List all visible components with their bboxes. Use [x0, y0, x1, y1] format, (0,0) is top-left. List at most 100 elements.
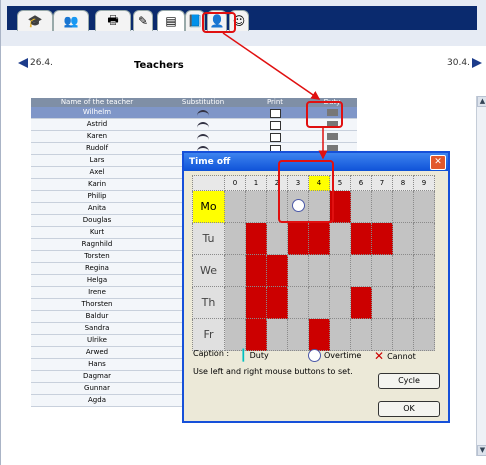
next-date-button[interactable]: 30.4.: [447, 58, 482, 68]
time-slot[interactable]: [329, 190, 351, 223]
day-label[interactable]: We: [192, 254, 225, 287]
time-slot[interactable]: [287, 190, 309, 223]
day-label[interactable]: Tu: [192, 222, 225, 255]
time-slot[interactable]: [413, 222, 435, 255]
scroll-down-button[interactable]: ▼: [477, 445, 486, 456]
time-slot[interactable]: [371, 190, 393, 223]
duty-cell[interactable]: [307, 131, 357, 142]
time-slot[interactable]: [245, 254, 267, 287]
time-slot[interactable]: [308, 222, 330, 255]
print-cell[interactable]: [243, 119, 307, 130]
substitution-cell[interactable]: [163, 131, 243, 142]
scroll-up-button[interactable]: ▲: [477, 96, 486, 107]
time-slot[interactable]: [371, 286, 393, 319]
prev-date-button[interactable]: 26.4.: [18, 58, 53, 68]
time-slot[interactable]: [392, 286, 414, 319]
time-slot[interactable]: [371, 318, 393, 351]
tab-teachers[interactable]: 🎓: [17, 10, 53, 31]
time-slot[interactable]: [287, 286, 309, 319]
header-duty[interactable]: Duty: [307, 98, 357, 107]
print-cell[interactable]: [243, 107, 307, 118]
tab-help[interactable]: ☺: [229, 10, 249, 31]
time-slot[interactable]: [287, 254, 309, 287]
tab-edit[interactable]: ✎: [133, 10, 153, 31]
tab-print[interactable]: 🖶: [95, 10, 131, 31]
substitution-cell[interactable]: [163, 119, 243, 130]
period-header[interactable]: 5: [329, 175, 351, 191]
time-slot[interactable]: [224, 190, 246, 223]
time-slot[interactable]: [308, 254, 330, 287]
header-substitution[interactable]: Substitution: [163, 98, 243, 107]
time-slot[interactable]: [350, 222, 372, 255]
time-slot[interactable]: [266, 318, 288, 351]
time-slot[interactable]: [350, 286, 372, 319]
time-slot[interactable]: [371, 222, 393, 255]
time-slot[interactable]: [308, 190, 330, 223]
time-slot[interactable]: [329, 286, 351, 319]
time-slot[interactable]: [287, 318, 309, 351]
period-header[interactable]: 2: [266, 175, 288, 191]
time-slot[interactable]: [245, 286, 267, 319]
period-header[interactable]: 4: [308, 175, 330, 191]
time-slot[interactable]: [245, 222, 267, 255]
time-slot[interactable]: [413, 286, 435, 319]
print-cell[interactable]: [243, 131, 307, 142]
day-label[interactable]: Fr: [192, 318, 225, 351]
time-slot[interactable]: [224, 286, 246, 319]
time-slot[interactable]: [224, 254, 246, 287]
time-slot[interactable]: [308, 318, 330, 351]
table-row[interactable]: Karen: [31, 131, 357, 143]
time-slot[interactable]: [392, 318, 414, 351]
time-slot[interactable]: [329, 254, 351, 287]
tab-book[interactable]: 📘: [185, 10, 205, 31]
time-slot[interactable]: [392, 254, 414, 287]
tab-groups[interactable]: 👥: [53, 10, 89, 31]
dialog-titlebar[interactable]: Time off ✕: [184, 153, 448, 171]
header-print[interactable]: Print: [243, 98, 307, 107]
time-slot[interactable]: [350, 254, 372, 287]
time-slot[interactable]: [287, 222, 309, 255]
substitution-cell[interactable]: [163, 107, 243, 118]
day-label[interactable]: Th: [192, 286, 225, 319]
time-slot[interactable]: [224, 222, 246, 255]
time-slot[interactable]: [266, 190, 288, 223]
time-slot[interactable]: [245, 190, 267, 223]
period-header[interactable]: 1: [245, 175, 267, 191]
time-slot[interactable]: [413, 190, 435, 223]
period-header[interactable]: 9: [413, 175, 435, 191]
time-slot[interactable]: [266, 254, 288, 287]
time-slot[interactable]: [350, 318, 372, 351]
time-slot[interactable]: [224, 318, 246, 351]
time-slot[interactable]: [266, 222, 288, 255]
period-header[interactable]: 8: [392, 175, 414, 191]
table-row[interactable]: Wilhelm: [31, 107, 357, 119]
duty-cell[interactable]: [307, 119, 357, 130]
cycle-button[interactable]: Cycle: [378, 373, 440, 389]
scrollbar[interactable]: ▲ ▼: [476, 96, 486, 456]
tab-person[interactable]: 👤: [207, 10, 227, 31]
page-title: Teachers: [134, 60, 184, 71]
day-label[interactable]: Mo: [192, 190, 225, 223]
time-slot[interactable]: [308, 286, 330, 319]
time-slot[interactable]: [350, 190, 372, 223]
duty-cell[interactable]: [307, 107, 357, 118]
tab-time-off[interactable]: ▤: [157, 10, 185, 31]
period-header[interactable]: 7: [371, 175, 393, 191]
header-name[interactable]: Name of the teacher: [31, 98, 163, 107]
close-icon[interactable]: ✕: [430, 155, 446, 170]
time-slot[interactable]: [392, 222, 414, 255]
table-header: Name of the teacher Substitution Print D…: [31, 98, 357, 107]
table-row[interactable]: Astrid: [31, 119, 357, 131]
ok-button[interactable]: OK: [378, 401, 440, 417]
time-slot[interactable]: [266, 286, 288, 319]
time-slot[interactable]: [413, 318, 435, 351]
time-slot[interactable]: [413, 254, 435, 287]
time-slot[interactable]: [329, 222, 351, 255]
time-slot[interactable]: [392, 190, 414, 223]
period-header[interactable]: 0: [224, 175, 246, 191]
time-slot[interactable]: [245, 318, 267, 351]
period-header[interactable]: 6: [350, 175, 372, 191]
period-header[interactable]: 3: [287, 175, 309, 191]
time-slot[interactable]: [329, 318, 351, 351]
time-slot[interactable]: [371, 254, 393, 287]
